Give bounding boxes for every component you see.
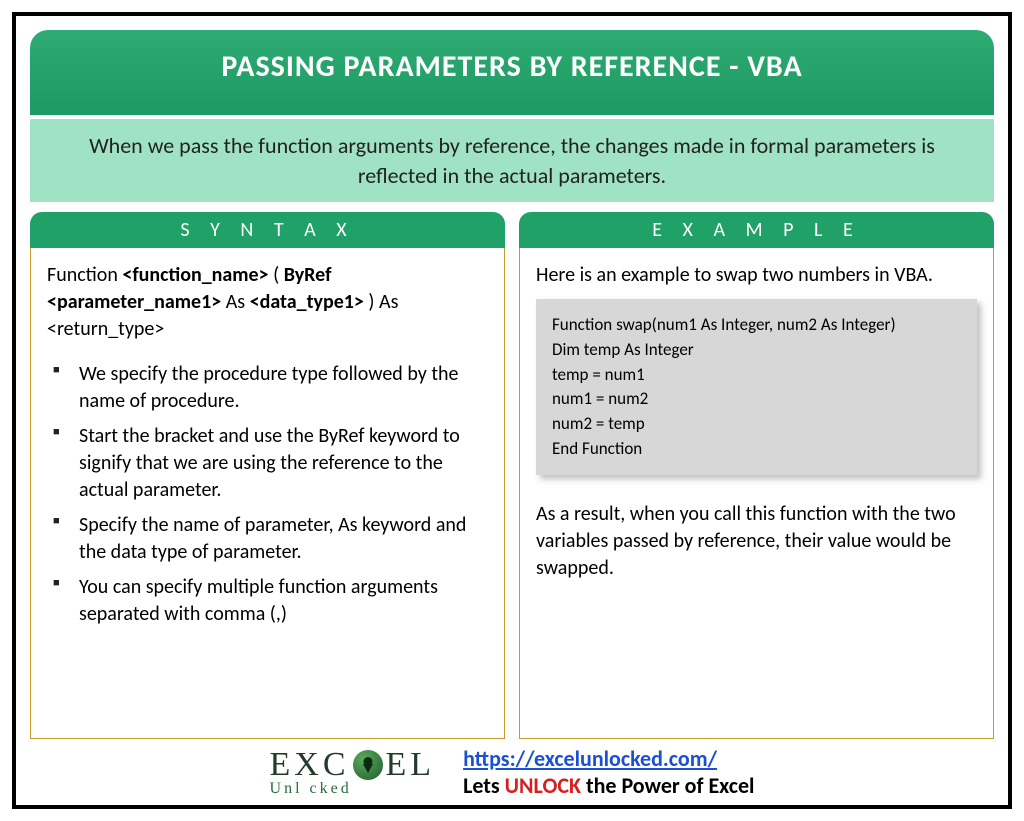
tagline-pre: Lets (463, 772, 505, 799)
logo: EXC EL Unl cked (270, 746, 436, 798)
ph-function-name: <function_name> (122, 263, 268, 287)
syntax-bullets: We specify the procedure type followed b… (47, 361, 488, 628)
syntax-signature: Function <function_name> ( ByRef <parame… (47, 262, 488, 343)
code-line: End Function (552, 437, 961, 462)
code-line: num1 = num2 (552, 387, 961, 412)
intro-text: When we pass the function arguments by r… (30, 119, 994, 202)
example-outro: As a result, when you call this function… (536, 501, 977, 582)
code-line: Function swap(num1 As Integer, num2 As I… (552, 313, 961, 338)
paren-close: ) As (364, 290, 399, 314)
kw-as: As (221, 290, 249, 314)
tagline-post: the Power of Excel (581, 772, 754, 799)
ph-param-name: <parameter_name1> (47, 290, 221, 314)
columns: S Y N T A X Function <function_name> ( B… (30, 212, 994, 739)
site-link[interactable]: https://excelunlocked.com/ (463, 745, 717, 772)
tagline-unlock: UNLOCK (505, 772, 581, 799)
footer: EXC EL Unl cked https://excelunlocked.com… (30, 739, 994, 799)
logo-text-exc: EXC (270, 746, 350, 784)
syntax-heading: S Y N T A X (30, 212, 505, 248)
page-title: PASSING PARAMETERS BY REFERENCE - VBA (30, 30, 994, 115)
example-column: E X A M P L E Here is an example to swap… (519, 212, 994, 739)
keyhole-icon (353, 750, 383, 780)
code-line: num2 = temp (552, 412, 961, 437)
bullet-item: We specify the procedure type followed b… (53, 361, 488, 415)
example-body: Here is an example to swap two numbers i… (519, 248, 994, 739)
bullet-item: Start the bracket and use the ByRef keyw… (53, 423, 488, 504)
ph-data-type: <data_type1> (250, 290, 364, 314)
code-line: Dim temp As Integer (552, 338, 961, 363)
bullet-item: Specify the name of parameter, As keywor… (53, 512, 488, 566)
logo-sub: Unl cked (270, 780, 352, 798)
code-line: temp = num1 (552, 363, 961, 388)
ph-return-type: <return_type> (47, 317, 164, 341)
bullet-item: You can specify multiple function argume… (53, 574, 488, 628)
syntax-column: S Y N T A X Function <function_name> ( B… (30, 212, 505, 739)
example-intro: Here is an example to swap two numbers i… (536, 262, 977, 289)
syntax-body: Function <function_name> ( ByRef <parame… (30, 248, 505, 739)
logo-text-el: EL (386, 746, 436, 784)
footer-right: https://excelunlocked.com/ Lets UNLOCK t… (463, 745, 754, 799)
kw-byref: ByRef (284, 263, 332, 287)
logo-top: EXC EL (270, 746, 436, 784)
example-heading: E X A M P L E (519, 212, 994, 248)
code-block: Function swap(num1 As Integer, num2 As I… (536, 299, 977, 475)
document-frame: PASSING PARAMETERS BY REFERENCE - VBA Wh… (12, 12, 1012, 809)
paren-open: ( (269, 263, 284, 287)
kw-function: Function (47, 263, 122, 287)
